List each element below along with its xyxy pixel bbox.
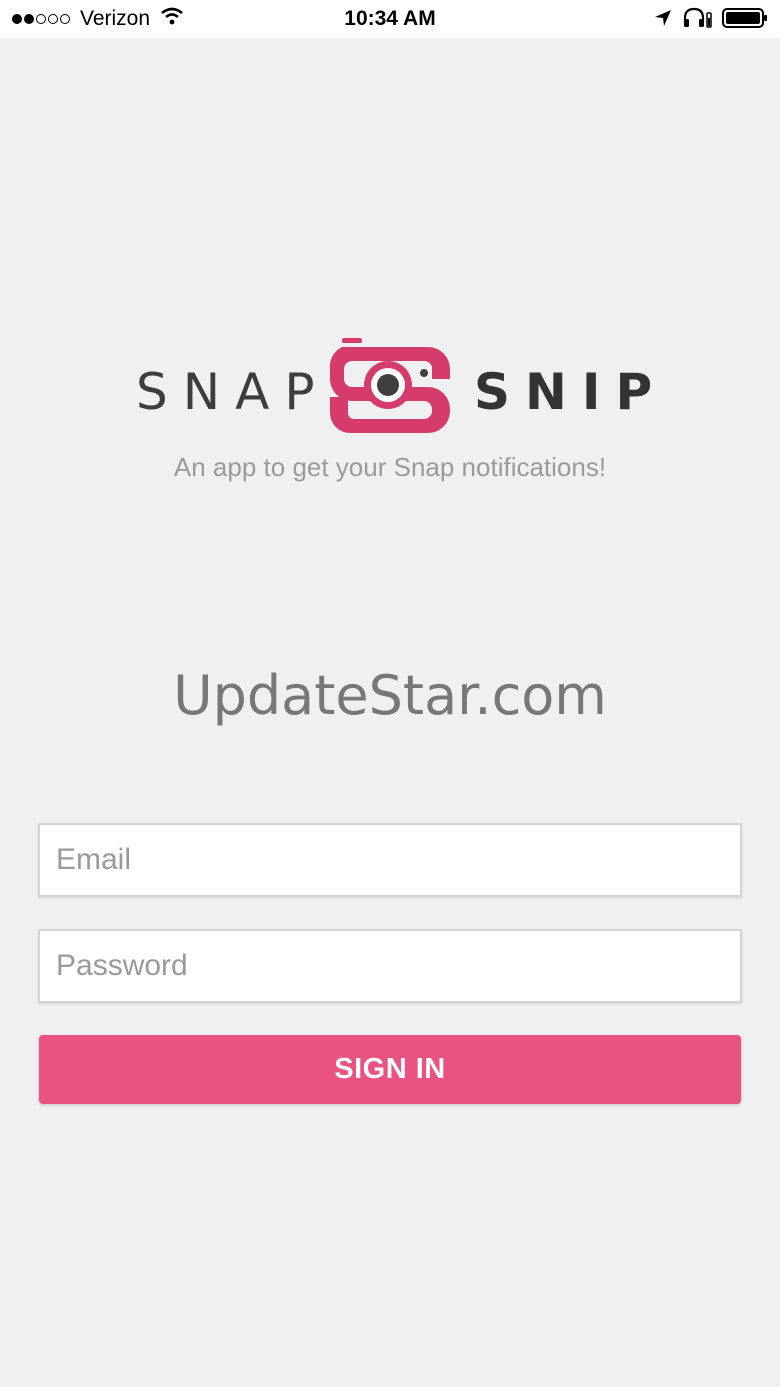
- password-field[interactable]: [40, 931, 740, 1001]
- logo-word-snap: SNAP: [136, 363, 330, 421]
- status-right: [644, 7, 768, 29]
- sign-in-button[interactable]: SIGN IN: [39, 1035, 741, 1104]
- battery-icon: [722, 8, 768, 28]
- password-field-container: [38, 929, 742, 1003]
- email-field-container: [38, 823, 742, 897]
- headphones-icon: [682, 7, 712, 29]
- camera-logo-icon: [326, 335, 454, 440]
- status-bar: Verizon 10:34 AM: [0, 0, 780, 38]
- watermark-text: UpdateStar.com: [173, 664, 607, 727]
- app-tagline: An app to get your Snap notifications!: [173, 452, 607, 482]
- logo-word-snip: SNIP: [474, 363, 668, 421]
- location-arrow-icon: [654, 9, 672, 27]
- email-field[interactable]: [40, 825, 740, 895]
- app-logo: SNAP SNIP: [0, 335, 780, 435]
